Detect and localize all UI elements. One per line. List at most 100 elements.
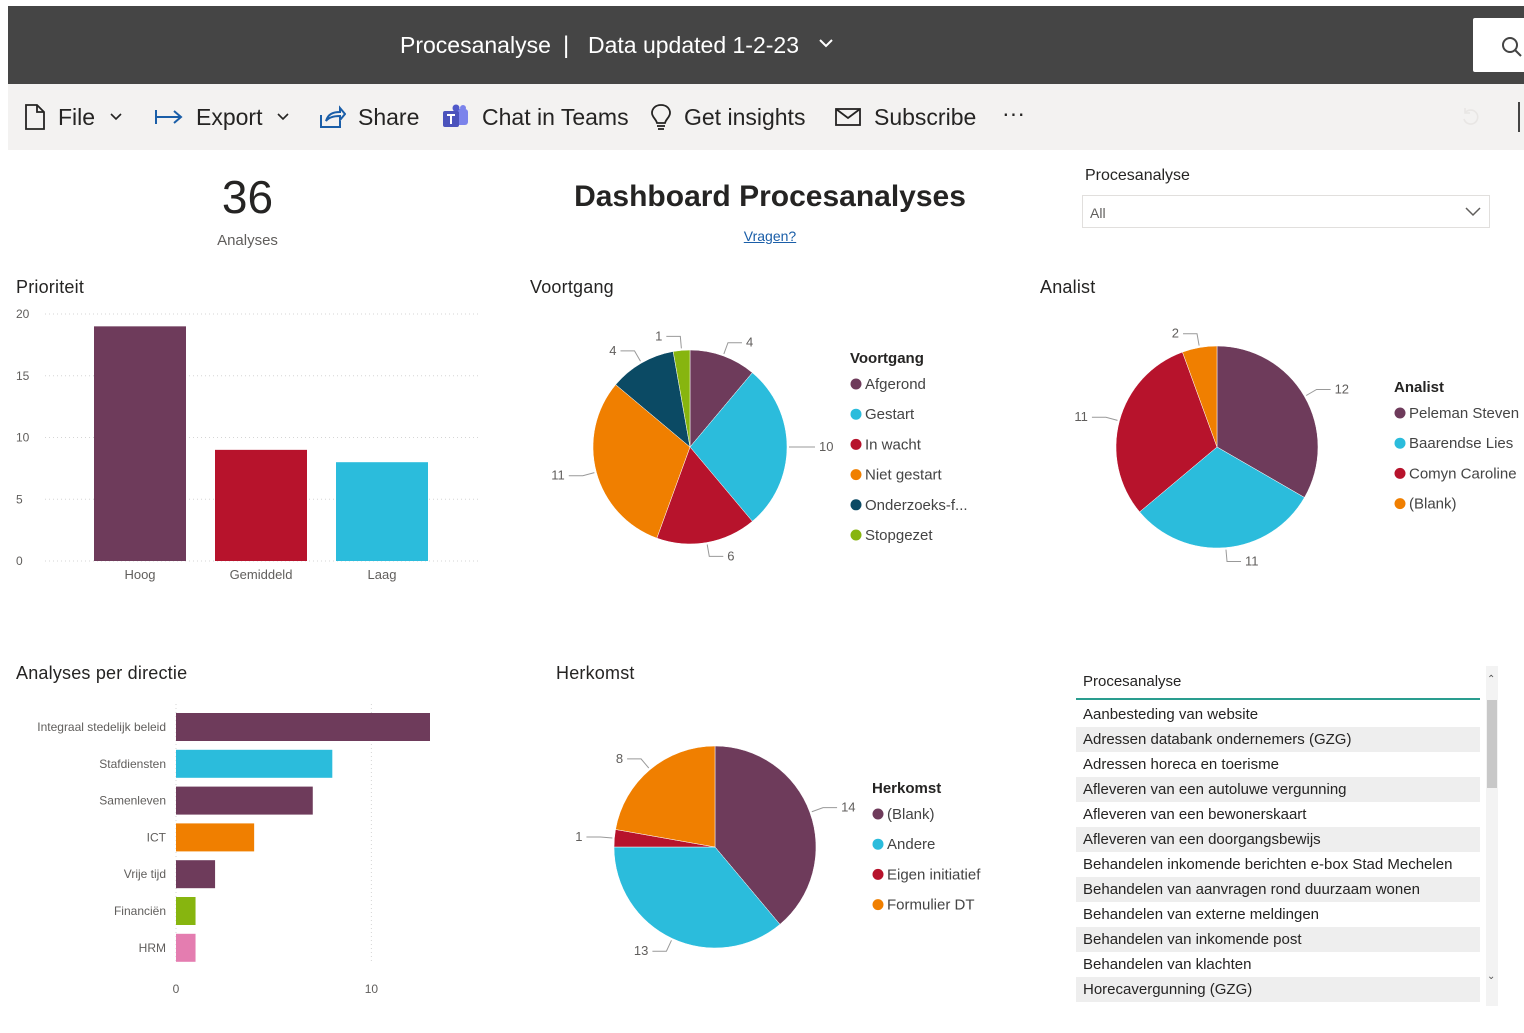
procesanalyse-table: Procesanalyse Aanbesteding van website Ad… xyxy=(1076,666,1498,1006)
data-label: 11 xyxy=(1245,554,1259,569)
y-tick-label: 15 xyxy=(16,369,30,383)
table-row[interactable]: Behandelen inkomende berichten e-box Sta… xyxy=(1076,852,1480,877)
subscribe-label: Subscribe xyxy=(874,103,977,130)
x-tick-label: Hoog xyxy=(124,567,155,582)
subscribe-button[interactable]: Subscribe xyxy=(834,102,976,132)
leader-line xyxy=(1225,549,1242,563)
data-label: 11 xyxy=(1074,409,1088,424)
bar-hoog xyxy=(94,326,186,561)
export-label: Export xyxy=(196,103,263,130)
scroll-down-icon[interactable]: ⌄ xyxy=(1487,971,1495,982)
bar-hrm xyxy=(176,933,196,962)
slicer-label: Procesanalyse xyxy=(1085,167,1190,184)
get-insights-button[interactable]: Get insights xyxy=(650,102,805,132)
legend-marker xyxy=(872,838,884,850)
data-label: 4 xyxy=(609,343,616,358)
table-row[interactable]: Horecavergunning (GZG) xyxy=(1076,977,1480,1002)
x-tick-label: 10 xyxy=(365,982,379,996)
data-label: 10 xyxy=(819,439,833,454)
data-updated-dropdown[interactable]: Data updated 1-2-23 xyxy=(588,32,799,59)
legend-item-blank: (Blank) xyxy=(1409,496,1457,513)
bar-gemiddeld xyxy=(215,449,307,561)
file-label: File xyxy=(58,103,96,130)
y-tick-label: 10 xyxy=(16,431,30,445)
legend-item-baarendse-lies: Baarendse Lies xyxy=(1409,435,1513,452)
leader-line xyxy=(811,807,838,813)
y-tick-label: Stafdiensten xyxy=(99,757,166,771)
share-button[interactable]: Share xyxy=(318,102,419,132)
procesanalyse-slicer-dropdown[interactable]: All xyxy=(1082,195,1490,228)
search-icon xyxy=(1502,37,1522,57)
title-separator: | xyxy=(563,32,570,59)
teams-icon xyxy=(443,104,468,127)
export-menu-button[interactable]: Export xyxy=(154,102,302,132)
search-button[interactable] xyxy=(1473,18,1524,72)
table-header[interactable]: Procesanalyse xyxy=(1076,666,1480,700)
table-row[interactable]: Afleveren van een autoluwe vergunning xyxy=(1076,777,1480,802)
table-row[interactable]: Afleveren van een bewonerskaart xyxy=(1076,802,1480,827)
legend-marker xyxy=(872,899,884,911)
chevron-down-icon xyxy=(277,113,290,121)
leader-line xyxy=(706,544,724,557)
y-tick-label: 20 xyxy=(16,307,30,321)
legend-marker xyxy=(850,529,862,541)
data-label: 8 xyxy=(616,751,623,766)
file-menu-button[interactable]: File xyxy=(24,102,135,132)
legend-title: Analist xyxy=(1394,379,1444,396)
leader-line xyxy=(627,758,650,769)
questions-link[interactable]: Vragen? xyxy=(720,228,820,244)
herkomst-pie-chart: 14 13 1 8 Herkomst (Blank) Andere Eigen initiat… xyxy=(575,745,981,958)
legend-title: Herkomst xyxy=(872,780,941,797)
legend-marker xyxy=(872,868,884,880)
legend-marker xyxy=(1394,437,1406,449)
panel-edge-icon[interactable] xyxy=(1518,102,1524,132)
table-row[interactable]: Aanbesteding van website xyxy=(1076,702,1480,727)
y-tick-label: Financiën xyxy=(114,904,166,918)
leader-line xyxy=(1183,333,1200,346)
legend-item-formulier-dt: Formulier DT xyxy=(887,897,975,914)
bar-integraal-stedelijk-beleid xyxy=(176,713,430,741)
analyses-per-directie-title: Analyses per directie xyxy=(16,663,188,683)
legend-item-andere: Andere xyxy=(887,836,935,853)
y-tick-label: 5 xyxy=(16,492,23,506)
table-row[interactable]: Adressen horeca en toerisme xyxy=(1076,752,1480,777)
chevron-down-icon[interactable] xyxy=(818,36,834,54)
table-row[interactable]: Behandelen van klachten xyxy=(1076,952,1480,977)
leader-line xyxy=(586,836,613,839)
legend-marker xyxy=(872,808,884,820)
leader-line xyxy=(568,472,595,477)
slice-formulier-dt xyxy=(615,745,716,848)
chat-in-teams-button[interactable]: Chat in Teams xyxy=(442,102,629,132)
file-icon xyxy=(25,104,45,130)
legend-marker xyxy=(850,499,862,511)
legend-item-peleman-steven: Peleman Steven xyxy=(1409,405,1519,422)
legend-item-in-wacht: In wacht xyxy=(865,436,922,453)
bar-samenleven xyxy=(176,786,313,815)
scrollbar-thumb[interactable] xyxy=(1487,700,1497,788)
kpi-value: 36 xyxy=(221,171,274,223)
reset-icon[interactable] xyxy=(1460,106,1482,133)
legend-marker xyxy=(1394,498,1406,510)
mail-icon xyxy=(835,108,861,126)
table-row[interactable]: Behandelen van externe meldingen xyxy=(1076,902,1480,927)
y-tick-label: Integraal stedelijk beleid xyxy=(37,720,166,734)
data-label: 11 xyxy=(551,468,565,483)
share-label: Share xyxy=(358,103,420,130)
table-row[interactable]: Behandelen van inkomende post xyxy=(1076,927,1480,952)
leader-line xyxy=(652,940,672,952)
legend-item-afgerond: Afgerond xyxy=(865,376,926,393)
report-header-bar: Procesanalyse | Data updated 1-2-23 xyxy=(8,6,1524,84)
voortgang-pie-chart: 4 10 6 11 4 1 Voortgang Afgerond Gestart In wacht… xyxy=(551,328,967,563)
table-row[interactable]: Adressen databank ondernemers (GZG) xyxy=(1076,727,1480,752)
data-label: 6 xyxy=(727,548,734,563)
table-row[interactable]: Afleveren van een doorgangsbewijs xyxy=(1076,827,1480,852)
legend-marker xyxy=(1394,467,1406,479)
table-row[interactable]: Behandelen van aanvragen rond duurzaam w… xyxy=(1076,877,1480,902)
scroll-up-icon[interactable]: ⌃ xyxy=(1487,674,1495,685)
teams-label: Chat in Teams xyxy=(482,103,629,130)
legend-item-niet-gestart: Niet gestart xyxy=(865,467,943,484)
analist-pie-chart: 12 11 11 2 Analist Peleman Steven Baarendse Li… xyxy=(1074,326,1519,569)
more-options-button[interactable]: ··· xyxy=(1002,98,1025,128)
table-scrollbar[interactable]: ⌃ ⌄ xyxy=(1486,666,1498,1006)
leader-line xyxy=(620,350,641,362)
